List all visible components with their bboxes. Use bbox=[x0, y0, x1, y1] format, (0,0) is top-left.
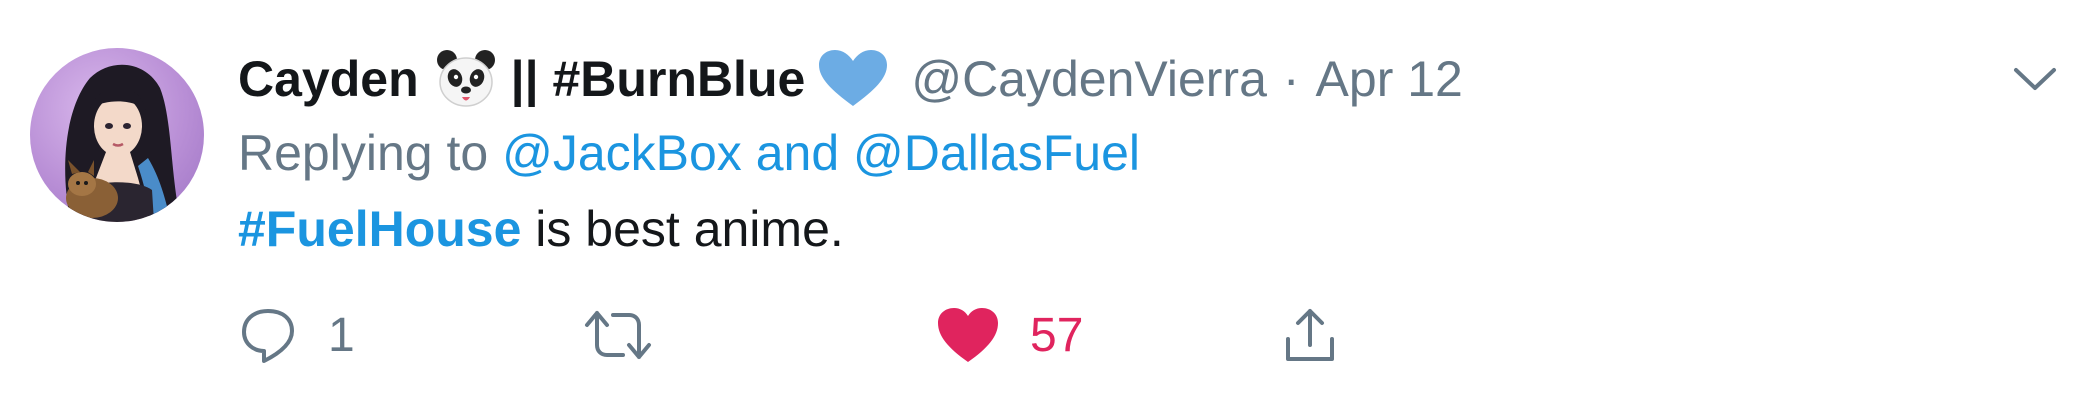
chevron-down-icon[interactable] bbox=[2010, 60, 2060, 100]
hashtag-link[interactable]: #FuelHouse bbox=[238, 201, 521, 257]
reply-count: 1 bbox=[328, 308, 355, 362]
avatar-image bbox=[65, 64, 180, 222]
user-handle[interactable]: @CaydenVierra bbox=[911, 50, 1267, 108]
reply-prefix: Replying to bbox=[238, 125, 489, 181]
blue-heart-emoji-icon bbox=[817, 48, 889, 110]
reply-icon bbox=[238, 305, 298, 365]
tweet-text: #FuelHouse is best anime. bbox=[238, 200, 844, 258]
mention-link[interactable]: @JackBox bbox=[502, 125, 742, 181]
tweet-date[interactable]: Apr 12 bbox=[1316, 50, 1463, 108]
display-name[interactable]: Cayden bbox=[238, 50, 419, 108]
share-icon bbox=[1280, 305, 1340, 365]
reply-button[interactable]: 1 bbox=[238, 300, 355, 370]
panda-face-emoji-icon bbox=[435, 48, 497, 110]
share-button[interactable] bbox=[1280, 300, 1340, 370]
tweet-card[interactable]: Cayden || #BurnBlue @CaydenVierra · Apr … bbox=[0, 0, 2082, 412]
avatar[interactable] bbox=[30, 48, 204, 222]
tweet-header: Cayden || #BurnBlue @CaydenVierra · Apr … bbox=[238, 44, 1463, 114]
reply-and: and bbox=[755, 125, 840, 181]
like-count: 57 bbox=[1030, 308, 1084, 362]
tweet-actions: 1 57 bbox=[238, 300, 1398, 370]
retweet-icon bbox=[583, 305, 653, 365]
display-name-suffix[interactable]: || #BurnBlue bbox=[511, 50, 806, 108]
separator-dot: · bbox=[1282, 51, 1300, 107]
mention-link[interactable]: @DallasFuel bbox=[853, 125, 1140, 181]
replying-to: Replying to @JackBox and @DallasFuel bbox=[238, 124, 1140, 182]
retweet-button[interactable] bbox=[583, 300, 683, 370]
like-icon bbox=[936, 306, 1000, 364]
tweet-text-body: is best anime. bbox=[521, 201, 844, 257]
like-button[interactable]: 57 bbox=[936, 300, 1083, 370]
